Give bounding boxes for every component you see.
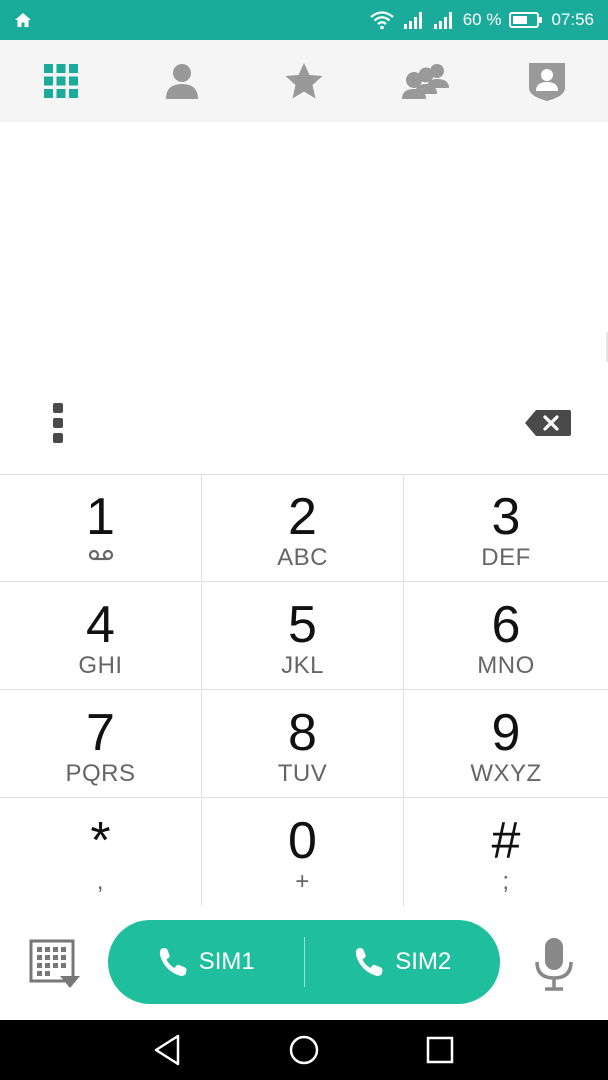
key-star[interactable]: * , [0, 799, 202, 907]
navigation-bar [0, 1020, 608, 1080]
key-letters: GHI [78, 652, 123, 679]
tab-my-card[interactable] [507, 40, 587, 122]
contact-shield-icon [529, 63, 566, 101]
key-digit: 1 [86, 488, 115, 546]
key-digit: * [90, 812, 111, 870]
key-0[interactable]: 0 + [202, 799, 404, 907]
microphone-icon[interactable] [530, 936, 578, 992]
clock: 07:56 [551, 10, 594, 29]
key-digit: 9 [491, 704, 521, 762]
sim1-label: SIM1 [198, 948, 255, 975]
key-letters: JKL [281, 652, 324, 679]
key-letters: , [96, 868, 105, 895]
wifi-icon [370, 11, 394, 30]
signal-sim1-icon [403, 12, 422, 29]
key-4[interactable]: 4 GHI [0, 583, 202, 690]
key-2[interactable]: 2 ABC [202, 475, 404, 582]
signal-sim2-icon [433, 12, 452, 29]
tab-contacts[interactable] [142, 40, 222, 122]
call-action-bar: SIM1 SIM2 [0, 906, 608, 1020]
keypad: 1 2 ABC 3 DEF 4 GHI 5 JKL 6 MNO 7 PQRS 8… [0, 474, 608, 907]
more-options-button[interactable] [40, 398, 76, 448]
phone-icon [356, 948, 383, 976]
call-sim2-button[interactable]: SIM2 [305, 920, 501, 1004]
backspace-icon [525, 410, 571, 436]
call-button-group: SIM1 SIM2 [108, 920, 500, 1004]
recents-icon[interactable] [422, 1032, 458, 1068]
tab-favorites[interactable] [264, 40, 344, 122]
phone-icon [159, 948, 187, 976]
more-dot [53, 433, 63, 443]
key-digit: 2 [288, 488, 317, 546]
key-hash[interactable]: # ; [404, 799, 608, 907]
battery-icon [509, 12, 543, 28]
key-digit: 6 [491, 596, 521, 654]
key-5[interactable]: 5 JKL [202, 583, 404, 690]
key-digit: 7 [86, 704, 115, 762]
key-letters: DEF [481, 544, 531, 571]
key-9[interactable]: 9 WXYZ [404, 691, 608, 798]
key-digit: 4 [86, 596, 115, 654]
groups-icon [401, 64, 449, 99]
tab-groups[interactable] [386, 40, 466, 122]
key-letters: TUV [277, 760, 328, 787]
voicemail-icon [88, 549, 113, 561]
key-letters: MNO [477, 652, 535, 679]
key-7[interactable]: 7 PQRS [0, 691, 202, 798]
person-icon [166, 64, 199, 99]
more-dot [53, 403, 63, 413]
key-letters: ABC [277, 544, 328, 571]
key-digit: 8 [288, 704, 317, 762]
number-display[interactable] [0, 122, 608, 392]
more-dot [53, 418, 63, 428]
key-letters: ; [502, 868, 510, 895]
dialpad-toggle-icon[interactable] [28, 938, 82, 992]
dialer-options-row [0, 392, 608, 474]
home-nav-icon[interactable] [286, 1032, 322, 1068]
key-digit: 3 [491, 488, 521, 546]
key-letters: WXYZ [470, 760, 542, 787]
backspace-button[interactable] [520, 398, 576, 448]
tab-bar [0, 40, 608, 122]
key-3[interactable]: 3 DEF [404, 475, 608, 582]
key-digit: 0 [288, 812, 317, 870]
status-bar: 60 % 07:56 [0, 0, 608, 40]
key-letters: PQRS [65, 760, 136, 787]
battery-percent: 60 % [462, 10, 502, 29]
home-icon [15, 13, 31, 27]
key-letters: + [295, 868, 310, 895]
key-8[interactable]: 8 TUV [202, 691, 404, 798]
key-6[interactable]: 6 MNO [404, 583, 608, 690]
sim2-label: SIM2 [395, 948, 452, 975]
key-digit: 5 [288, 596, 317, 654]
dialpad-icon [43, 64, 78, 98]
back-icon[interactable] [150, 1032, 186, 1068]
call-sim1-button[interactable]: SIM1 [108, 920, 304, 1004]
tab-dialpad[interactable] [21, 40, 101, 122]
key-digit: # [491, 812, 521, 870]
star-icon [285, 63, 323, 99]
key-1[interactable]: 1 [0, 475, 202, 582]
